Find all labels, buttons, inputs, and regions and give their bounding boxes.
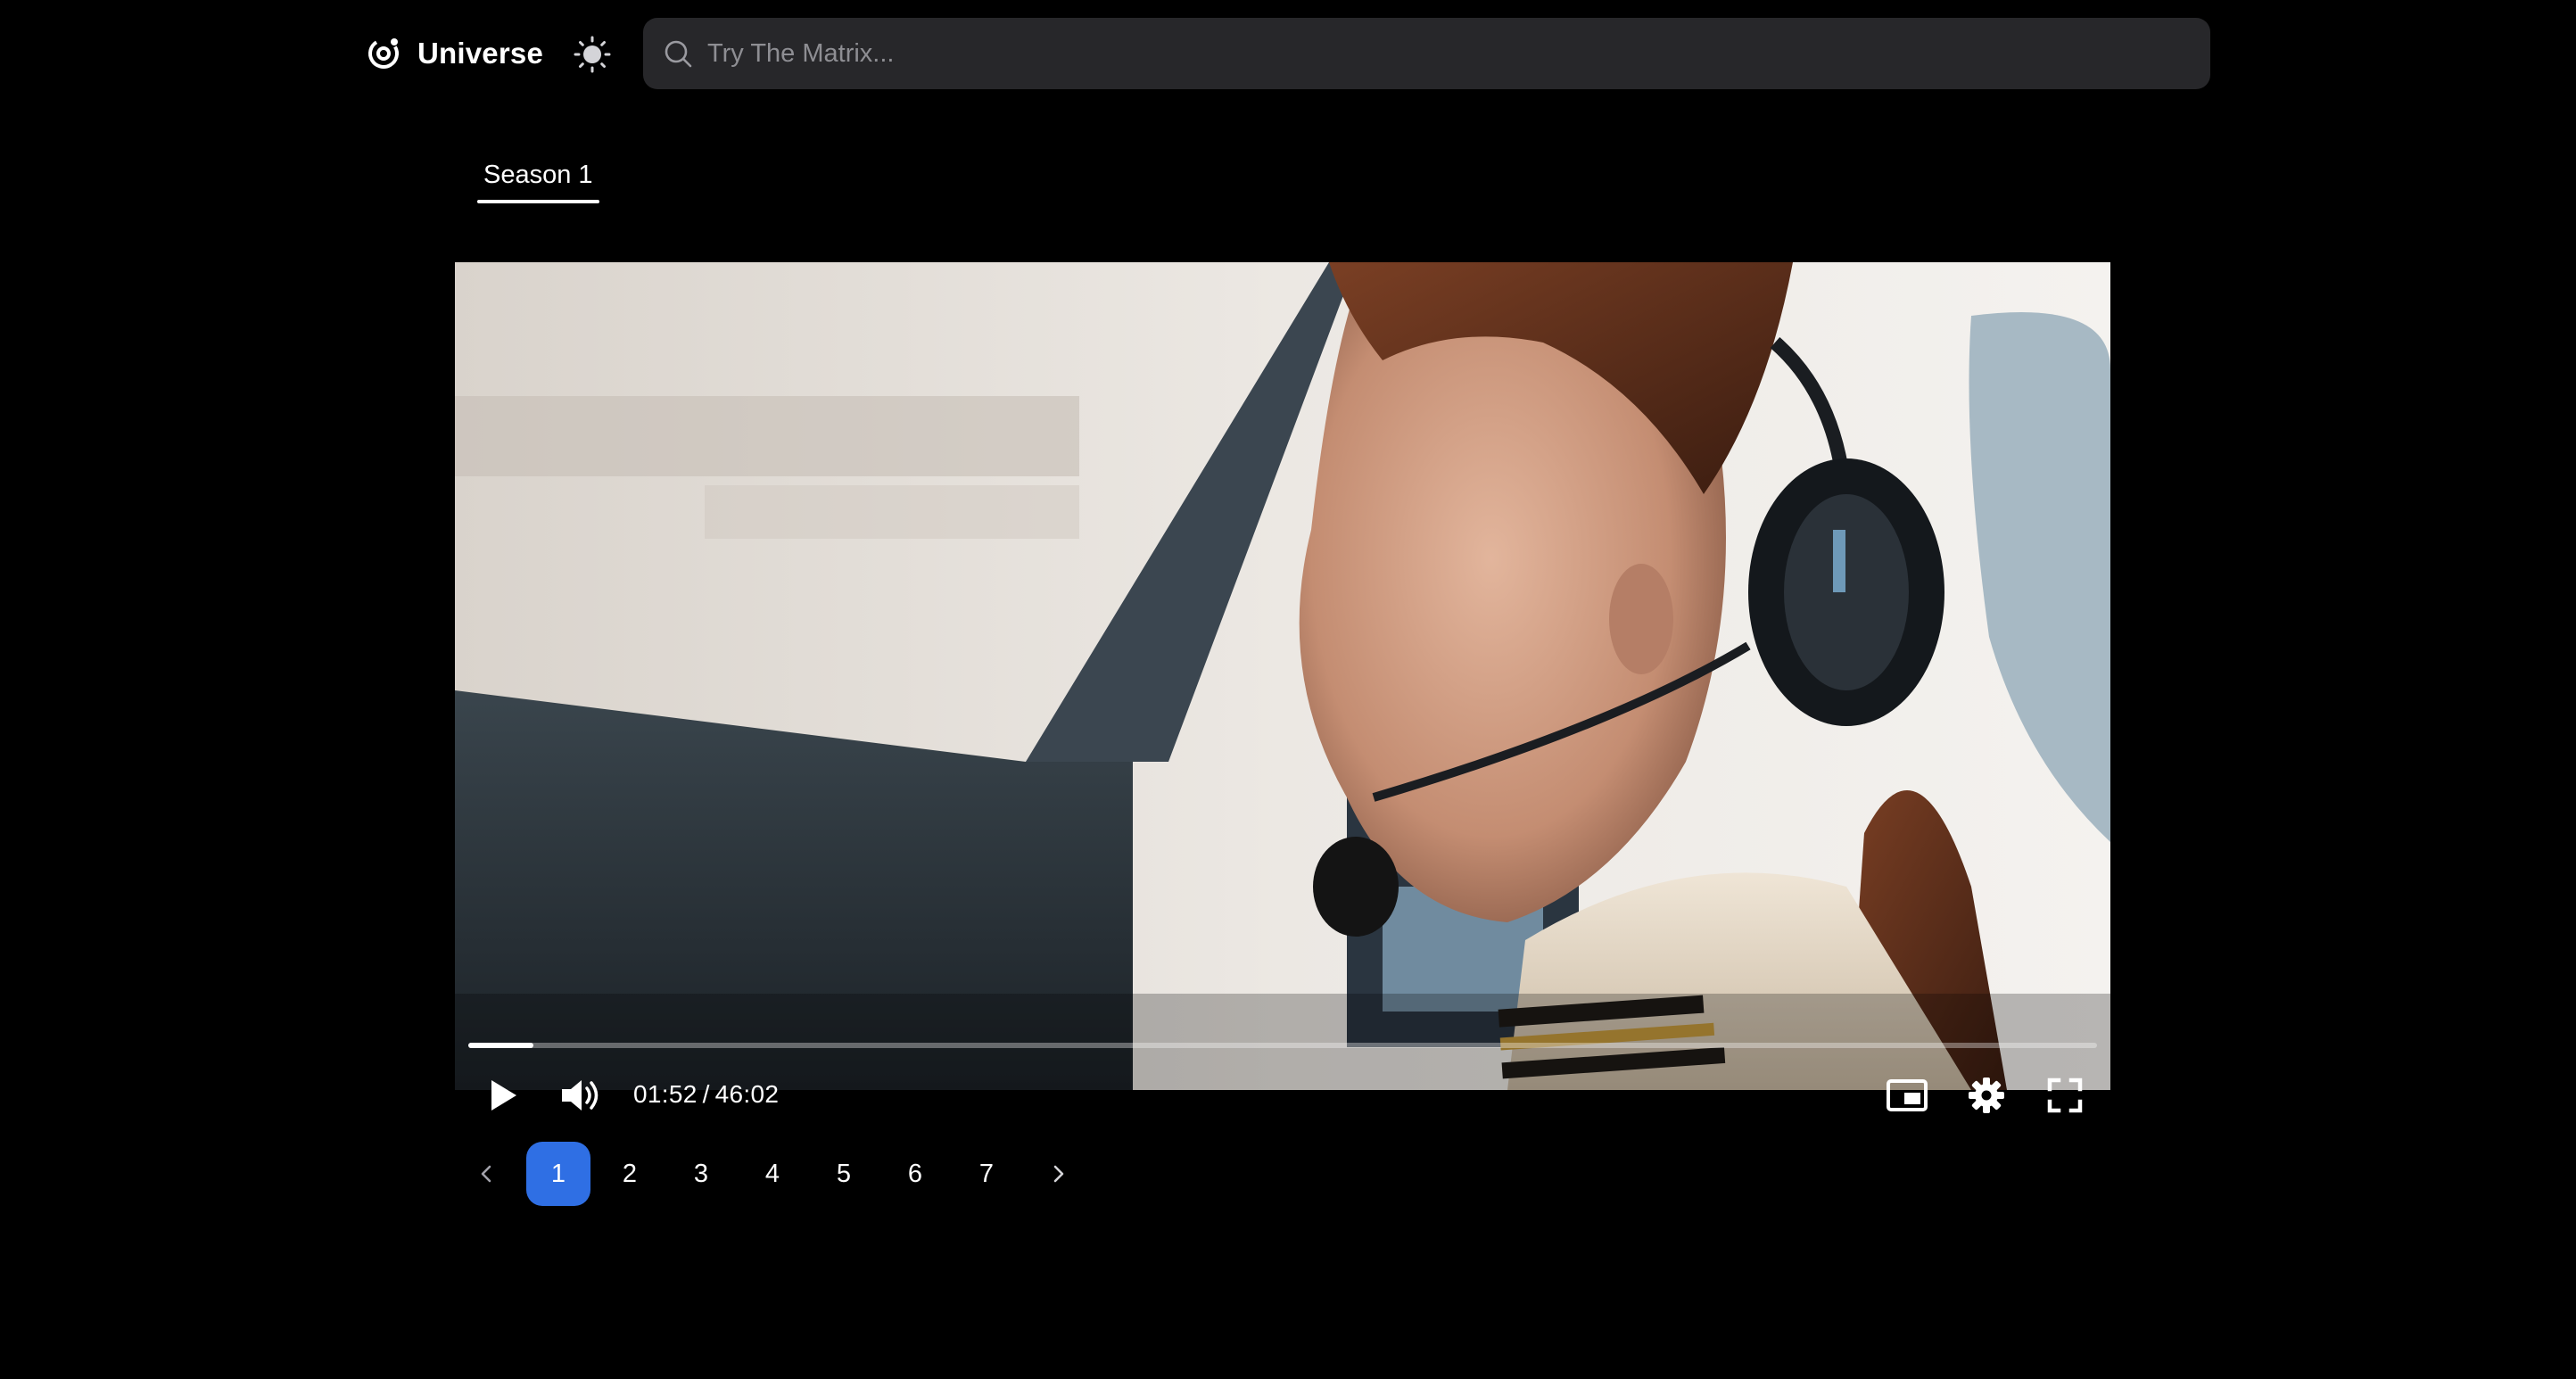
time-display: 01:52/46:02 bbox=[633, 1080, 779, 1109]
chevron-left-icon bbox=[481, 1165, 491, 1183]
search-icon bbox=[665, 40, 692, 68]
player-controls: 01:52/46:02 bbox=[455, 1069, 2110, 1122]
brand-name: Universe bbox=[417, 37, 544, 70]
tab-season-1[interactable]: Season 1 bbox=[477, 157, 599, 203]
page-button-2[interactable]: 2 bbox=[598, 1142, 662, 1206]
picture-in-picture-icon bbox=[1887, 1079, 1928, 1111]
fullscreen-icon bbox=[2047, 1078, 2083, 1113]
page-button-3[interactable]: 3 bbox=[669, 1142, 733, 1206]
app-root: Universe Season 1 bbox=[0, 0, 2576, 1379]
sun-icon bbox=[574, 36, 611, 73]
page-button-7[interactable]: 7 bbox=[954, 1142, 1019, 1206]
video-player[interactable] bbox=[455, 262, 2110, 1090]
page-button-1[interactable]: 1 bbox=[526, 1142, 590, 1206]
picture-in-picture-button[interactable] bbox=[1880, 1069, 1934, 1122]
brand-home-link[interactable]: Universe bbox=[364, 32, 543, 75]
page-button-6[interactable]: 6 bbox=[883, 1142, 947, 1206]
chevron-right-icon bbox=[1053, 1165, 1064, 1183]
orbit-logo-icon bbox=[368, 38, 399, 69]
video-progress-bar[interactable] bbox=[468, 1043, 2097, 1048]
theme-toggle-button[interactable] bbox=[571, 33, 614, 76]
play-button[interactable] bbox=[476, 1069, 530, 1122]
season-tabs: Season 1 bbox=[477, 157, 599, 203]
volume-button[interactable] bbox=[555, 1069, 608, 1122]
play-icon bbox=[491, 1080, 516, 1111]
volume-icon bbox=[562, 1080, 599, 1111]
current-time: 01:52 bbox=[633, 1080, 698, 1108]
fullscreen-button[interactable] bbox=[2038, 1069, 2092, 1122]
time-separator: / bbox=[702, 1080, 710, 1108]
episode-pagination: 1 2 3 4 5 6 7 bbox=[455, 1142, 1090, 1206]
page-button-5[interactable]: 5 bbox=[812, 1142, 876, 1206]
settings-button[interactable] bbox=[1960, 1069, 2013, 1122]
video-frame bbox=[455, 262, 2110, 1090]
page-button-4[interactable]: 4 bbox=[740, 1142, 805, 1206]
search-bar bbox=[643, 18, 2210, 89]
duration: 46:02 bbox=[714, 1080, 780, 1108]
previous-page-button[interactable] bbox=[455, 1142, 519, 1206]
next-page-button[interactable] bbox=[1026, 1142, 1090, 1206]
search-input[interactable] bbox=[707, 18, 2210, 89]
video-progress-fill bbox=[468, 1043, 534, 1048]
gear-icon bbox=[1969, 1078, 2004, 1113]
